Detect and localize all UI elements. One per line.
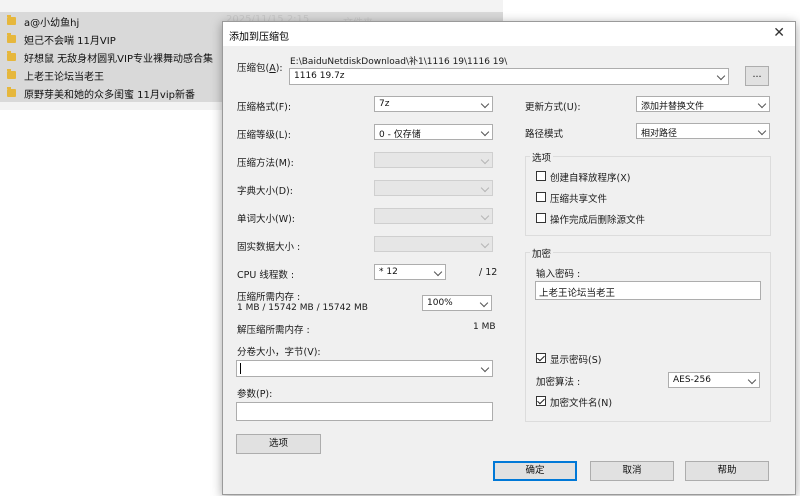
update-value: 添加并替换文件 <box>641 102 705 112</box>
delete-label: 操作完成后删除源文件 <box>550 215 646 226</box>
text-caret <box>240 363 241 374</box>
chevron-down-icon <box>480 239 490 249</box>
cpu-total: / 12 <box>479 267 498 278</box>
dict-select <box>374 180 493 196</box>
method-select <box>374 152 493 168</box>
shared-label: 压缩共享文件 <box>550 194 608 205</box>
params-label: 参数(P): <box>237 389 273 400</box>
delete-checkbox[interactable] <box>536 213 546 223</box>
format-select[interactable]: 7z <box>374 96 493 112</box>
update-label: 更新方式(U): <box>525 102 581 113</box>
folder-icon <box>7 87 16 97</box>
dict-label: 字典大小(D): <box>237 186 293 197</box>
show-password-label: 显示密码(S) <box>550 355 602 366</box>
format-value: 7z <box>379 99 390 109</box>
split-size-combo[interactable] <box>236 360 493 377</box>
enc-method-select[interactable]: AES-256 <box>668 372 760 388</box>
chevron-down-icon <box>433 267 443 277</box>
path-mode-select[interactable]: 相对路径 <box>636 123 770 139</box>
close-icon[interactable]: ✕ <box>773 26 785 40</box>
folder-icon <box>7 33 16 43</box>
chevron-down-icon <box>480 99 490 109</box>
chevron-down-icon <box>480 127 490 137</box>
mem-label: 压缩所需内存 : <box>237 292 301 303</box>
ok-button[interactable]: 确定 <box>493 461 577 481</box>
level-label: 压缩等级(L): <box>237 130 291 141</box>
mem-detail: 1 MB / 15742 MB / 15742 MB <box>237 303 368 313</box>
path-mode-value: 相对路径 <box>641 129 678 139</box>
folder-icon <box>7 51 16 61</box>
path-mode-label: 路径模式 <box>525 129 564 140</box>
pwd-label: 输入密码 : <box>536 269 581 280</box>
solid-label: 固实数据大小 : <box>237 242 301 253</box>
browse-button[interactable]: ... <box>745 66 769 86</box>
chevron-down-icon <box>480 363 490 373</box>
folder-icon <box>7 15 16 25</box>
explorer-row-name: 原野芽美和她的众多闺蜜 11月vip新番 <box>24 89 195 101</box>
chevron-down-icon <box>479 298 489 308</box>
explorer-row-name: 上老王论坛当老王 <box>24 71 104 83</box>
archive-name-value: 1116 19.7z <box>294 71 345 81</box>
help-button[interactable]: 帮助 <box>685 461 769 481</box>
add-to-archive-dialog: 添加到压缩包 ✕ 压缩包(A): E:\BaiduNetdiskDownload… <box>222 21 796 495</box>
params-input[interactable] <box>236 402 493 421</box>
password-value: 上老王论坛当老王 <box>539 288 616 299</box>
decomp-value: 1 MB <box>473 322 496 332</box>
mem-percent-value: 100% <box>427 298 453 308</box>
encrypt-group-title: 加密 <box>530 246 554 260</box>
method-label: 压缩方法(M): <box>237 158 294 169</box>
dialog-title: 添加到压缩包 <box>229 32 289 43</box>
format-label: 压缩格式(F): <box>237 102 292 113</box>
chevron-down-icon <box>757 99 767 109</box>
encrypt-names-label: 加密文件名(N) <box>550 398 613 409</box>
word-label: 单词大小(W): <box>237 214 296 225</box>
update-select[interactable]: 添加并替换文件 <box>636 96 770 112</box>
split-label: 分卷大小，字节(V): <box>237 347 321 358</box>
cpu-label: CPU 线程数 : <box>237 270 295 281</box>
archive-path: E:\BaiduNetdiskDownload\补1\1116 19\1116 … <box>290 57 508 67</box>
chevron-down-icon <box>480 183 490 193</box>
archive-name-combo[interactable]: 1116 19.7z <box>289 68 729 85</box>
shared-checkbox[interactable] <box>536 192 546 202</box>
archive-label: 压缩包(A): <box>237 60 283 74</box>
enc-method-label: 加密算法 : <box>536 377 581 388</box>
options-button[interactable]: 选项 <box>236 434 321 454</box>
chevron-down-icon <box>757 126 767 136</box>
show-password-checkbox[interactable] <box>536 353 546 363</box>
options-group-title: 选项 <box>530 150 554 164</box>
chevron-down-icon <box>480 155 490 165</box>
password-input[interactable]: 上老王论坛当老王 <box>535 281 761 300</box>
archive-label-suffix: ): <box>275 63 283 74</box>
solid-select <box>374 236 493 252</box>
folder-icon <box>7 69 16 79</box>
chevron-down-icon <box>747 375 757 385</box>
decomp-label: 解压缩所需内存 : <box>237 325 310 336</box>
chevron-down-icon <box>480 211 490 221</box>
explorer-row-name: 妲己不会喘 11月VIP <box>24 35 116 47</box>
mem-percent-select[interactable]: 100% <box>422 295 492 311</box>
cpu-value: * 12 <box>379 267 398 277</box>
chevron-down-icon <box>716 71 726 81</box>
level-value: 0 - 仅存储 <box>379 130 421 140</box>
sfx-checkbox[interactable] <box>536 171 546 181</box>
cancel-button[interactable]: 取消 <box>590 461 674 481</box>
word-select <box>374 208 493 224</box>
title-bar: 添加到压缩包 ✕ <box>223 22 795 46</box>
encrypt-names-checkbox[interactable] <box>536 396 546 406</box>
explorer-row-name: 好想鼠 无敌身材圆乳VIP专业裸舞动感合集 <box>24 53 213 65</box>
cpu-select[interactable]: * 12 <box>374 264 446 280</box>
enc-method-value: AES-256 <box>673 375 711 385</box>
sfx-label: 创建自释放程序(X) <box>550 173 631 184</box>
explorer-row-name: a@小幼鱼hj <box>24 17 80 29</box>
archive-label-text: 压缩包( <box>237 63 270 74</box>
level-select[interactable]: 0 - 仅存储 <box>374 124 493 140</box>
